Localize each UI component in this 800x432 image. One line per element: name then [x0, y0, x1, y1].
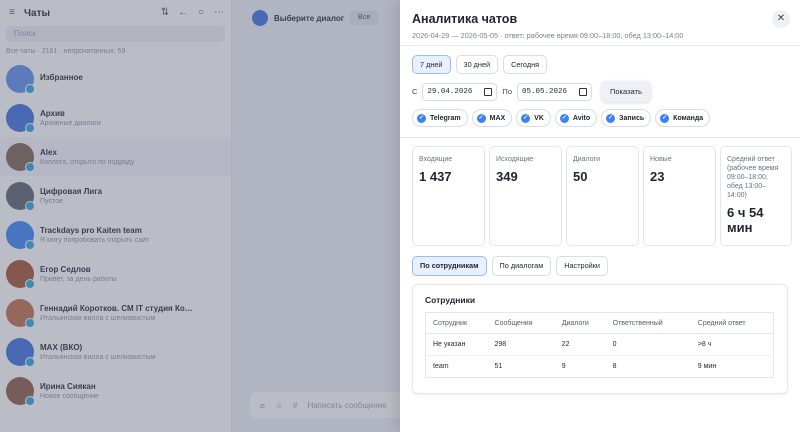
column-header[interactable]: Сообщения	[487, 312, 555, 334]
period-30-days-button[interactable]: 30 дней	[455, 55, 499, 74]
source-booking-checkbox[interactable]: ✓ Запись	[601, 109, 652, 127]
table-cell: 8	[612, 363, 617, 370]
column-header[interactable]: Ответственный	[605, 312, 691, 334]
column-header[interactable]: Сотрудник	[425, 312, 488, 334]
source-label: Telegram	[430, 114, 461, 122]
check-icon: ✓	[559, 113, 569, 123]
column-header[interactable]: Средний ответ	[690, 312, 774, 334]
stat-value: 1 437	[419, 169, 452, 184]
stat-new: Новые 23	[643, 146, 716, 246]
calendar-icon[interactable]	[484, 87, 493, 96]
tab-settings[interactable]: Настройки	[556, 256, 608, 276]
show-button[interactable]: Показать	[600, 81, 651, 102]
stat-dialogs: Диалоги 50	[566, 146, 639, 246]
table-cell: 0	[605, 333, 691, 356]
table-header-row: Сотрудник Сообщения Диалоги Ответственны…	[425, 312, 774, 334]
check-icon: ✓	[417, 113, 426, 123]
calendar-icon[interactable]	[578, 87, 587, 96]
check-icon: ✓	[476, 113, 486, 123]
from-date-value: 29.04.2026	[427, 87, 473, 96]
close-button[interactable]: ✕	[772, 10, 790, 28]
stat-label: Средний ответ (рабочее время 09:00–18:00…	[727, 156, 779, 199]
source-label: Avito	[572, 114, 591, 122]
tab-by-employees[interactable]: По сотрудникам	[412, 256, 487, 276]
source-label: VK	[534, 114, 544, 122]
to-date-value: 05.05.2026	[521, 87, 567, 96]
stat-avg-response: Средний ответ (рабочее время 09:00–18:00…	[720, 146, 792, 246]
from-date-input[interactable]: 29.04.2026	[422, 82, 498, 101]
column-header[interactable]: Диалоги	[554, 312, 606, 334]
table-row: team 51 9 8 9 мин	[426, 356, 774, 378]
table-cell: Не указан	[425, 333, 488, 356]
source-filters: ✓ Telegram ✓ MAX ✓ VK ✓ Avito ✓ Запись ✓ Коман…	[412, 109, 788, 127]
panel-subtitle: 2026-04-29 — 2026-05-05 · ответ: рабочее…	[412, 31, 684, 40]
stat-value: 349	[496, 169, 518, 184]
stat-value: 6 ч 54 мин	[727, 205, 764, 235]
source-label: MAX	[489, 114, 506, 122]
check-icon: ✓	[606, 113, 616, 123]
panel-header: Аналитика чатов 2026-04-29 — 2026-05-05 …	[400, 0, 800, 46]
stat-outgoing: Исходящие 349	[489, 146, 562, 246]
stats-cards: Входящие 1 437 Исходящие 349 Диалоги 50 …	[412, 146, 792, 246]
employees-title: Сотрудники	[425, 295, 476, 305]
table-cell: 22	[554, 333, 606, 356]
table-cell: 298	[487, 333, 555, 356]
table-row: Не указан 298 22 0 >8 ч	[425, 333, 774, 356]
source-vk-checkbox[interactable]: ✓ VK	[516, 109, 551, 127]
table-cell: 51	[494, 363, 503, 370]
period-today-button[interactable]: Сегодня	[503, 55, 548, 74]
date-range: С 29.04.2026 По 05.05.2026 Показать	[412, 81, 788, 102]
source-label: Запись	[619, 114, 645, 122]
period-buttons: 7 дней 30 дней Сегодня	[412, 55, 788, 74]
employees-card: Сотрудники Сотрудник Сообщения Диалоги О…	[412, 284, 788, 394]
stat-label: Входящие	[419, 156, 453, 163]
filters-section: 7 дней 30 дней Сегодня С 29.04.2026 По 0…	[400, 46, 800, 138]
stat-label: Диалоги	[573, 156, 601, 163]
tab-by-dialogs[interactable]: По диалогам	[491, 256, 552, 276]
period-7-days-button[interactable]: 7 дней	[412, 55, 451, 74]
close-icon[interactable]: ✕	[777, 13, 785, 24]
table-cell: team	[433, 363, 449, 370]
view-tabs: По сотрудникам По диалогам Настройки	[412, 256, 608, 276]
to-label: По	[502, 87, 512, 96]
table-cell: 9	[561, 363, 566, 370]
source-avito-checkbox[interactable]: ✓ Avito	[554, 109, 598, 127]
source-label: Команда	[673, 114, 704, 122]
check-icon: ✓	[521, 113, 531, 123]
stat-label: Новые	[650, 156, 672, 163]
stat-incoming: Входящие 1 437	[412, 146, 485, 246]
stat-value: 50	[573, 169, 588, 184]
stat-label: Исходящие	[496, 156, 534, 163]
stat-value: 23	[650, 169, 665, 184]
to-date-input[interactable]: 05.05.2026	[516, 82, 592, 101]
source-telegram-checkbox[interactable]: ✓ Telegram	[412, 109, 468, 127]
table-cell: >8 ч	[690, 333, 774, 356]
from-label: С	[412, 87, 418, 96]
employees-table: Сотрудник Сообщения Диалоги Ответственны…	[425, 312, 774, 378]
source-team-checkbox[interactable]: ✓ Команда	[655, 109, 711, 127]
panel-title: Аналитика чатов	[412, 12, 518, 26]
table-cell: 9 мин	[697, 363, 717, 370]
source-max-checkbox[interactable]: ✓ MAX	[471, 109, 513, 127]
check-icon: ✓	[660, 113, 670, 123]
